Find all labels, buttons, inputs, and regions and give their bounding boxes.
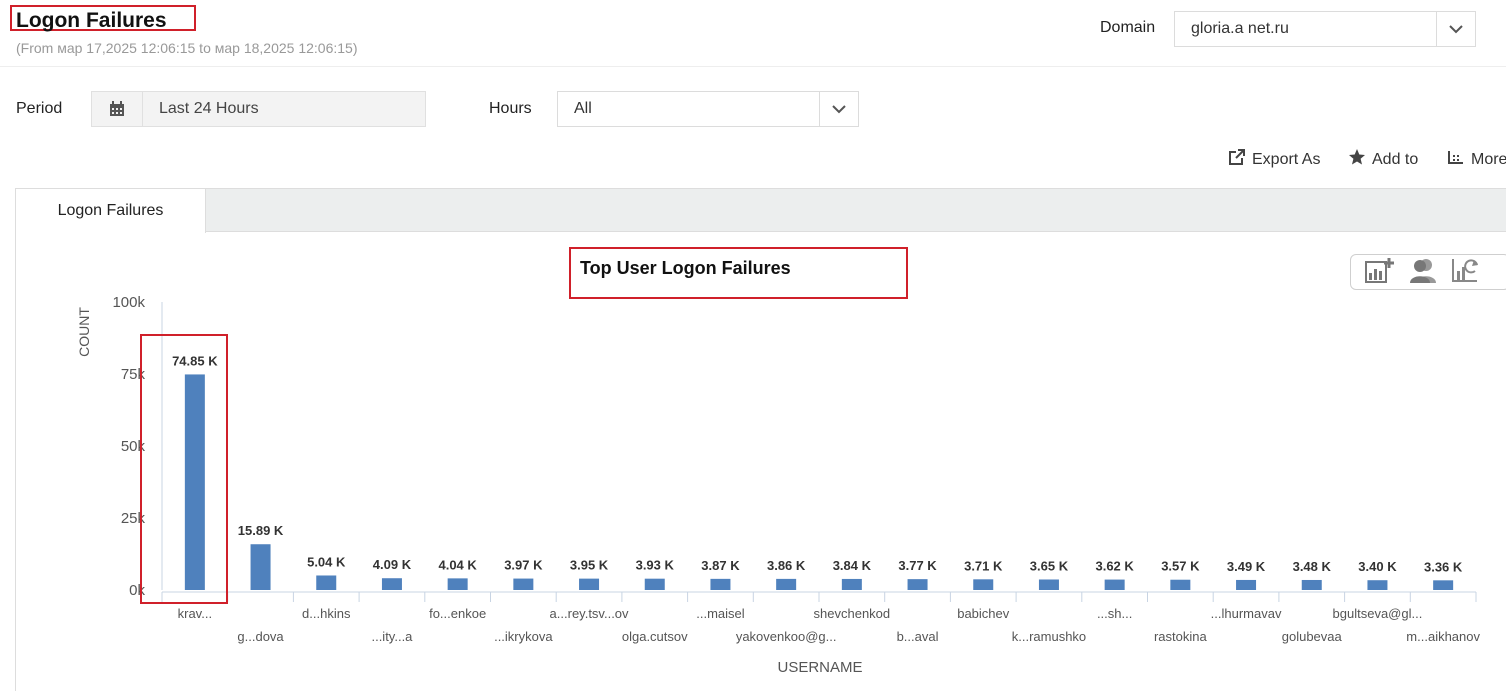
data-label: 3.95 K xyxy=(570,558,609,573)
x-tick-label: ...lhurmavav xyxy=(1211,606,1282,621)
x-tick-label: rastokina xyxy=(1154,629,1208,644)
data-label: 3.71 K xyxy=(964,558,1003,573)
x-axis-label: USERNAME xyxy=(777,659,862,676)
data-label: 3.87 K xyxy=(701,558,740,573)
bar[interactable] xyxy=(1104,579,1125,590)
x-tick-label: golubevaa xyxy=(1282,629,1343,644)
bar[interactable] xyxy=(1433,580,1454,590)
x-tick-label: bgultseva@gl... xyxy=(1333,606,1423,621)
data-label: 3.36 K xyxy=(1424,559,1463,574)
y-tick-label: 100k xyxy=(112,294,145,311)
x-tick-label: babichev xyxy=(957,606,1010,621)
bar[interactable] xyxy=(907,579,928,590)
data-label: 15.89 K xyxy=(238,523,284,538)
data-label: 3.77 K xyxy=(898,558,937,573)
x-tick-label: ...ikrykova xyxy=(494,629,553,644)
x-tick-label: g...dova xyxy=(237,629,284,644)
x-tick-label: krav... xyxy=(178,606,212,621)
bar[interactable] xyxy=(250,544,271,590)
bar[interactable] xyxy=(381,578,402,590)
bar[interactable] xyxy=(447,578,468,590)
bar[interactable] xyxy=(776,578,797,590)
x-tick-label: k...ramushko xyxy=(1012,629,1086,644)
bar[interactable] xyxy=(1170,579,1191,590)
x-tick-label: b...aval xyxy=(897,629,939,644)
x-tick-label: d...hkins xyxy=(302,606,351,621)
x-tick-label: fo...enkoe xyxy=(429,606,486,621)
x-tick-label: shevchenkod xyxy=(814,606,891,621)
x-tick-label: ...maisel xyxy=(696,606,745,621)
data-label: 4.09 K xyxy=(373,557,412,572)
highlight-box xyxy=(140,334,228,604)
x-tick-label: ...sh... xyxy=(1097,606,1132,621)
data-label: 3.97 K xyxy=(504,558,543,573)
bar[interactable] xyxy=(579,578,600,590)
x-tick-label: m...aikhanov xyxy=(1406,629,1480,644)
bar[interactable] xyxy=(316,575,337,590)
data-label: 3.49 K xyxy=(1227,559,1266,574)
data-label: 3.93 K xyxy=(636,558,675,573)
data-label: 3.65 K xyxy=(1030,558,1069,573)
data-label: 5.04 K xyxy=(307,554,346,569)
bar[interactable] xyxy=(644,578,665,590)
y-axis-label: COUNT xyxy=(76,307,92,357)
x-tick-label: ...ity...a xyxy=(371,629,413,644)
x-tick-label: a...rey.tsv...ov xyxy=(550,606,629,621)
data-label: 3.84 K xyxy=(833,558,872,573)
bar[interactable] xyxy=(1236,579,1257,590)
bar[interactable] xyxy=(513,578,534,590)
data-label: 3.62 K xyxy=(1095,559,1134,574)
bar[interactable] xyxy=(841,578,862,590)
data-label: 3.57 K xyxy=(1161,559,1200,574)
bar[interactable] xyxy=(1038,579,1059,590)
data-label: 3.48 K xyxy=(1293,559,1332,574)
bar[interactable] xyxy=(710,578,731,590)
bar[interactable] xyxy=(1367,580,1388,590)
x-tick-label: olga.cutsov xyxy=(622,629,688,644)
bar[interactable] xyxy=(1301,579,1322,590)
data-label: 3.40 K xyxy=(1358,559,1397,574)
x-tick-label: yakovenkoo@g... xyxy=(736,629,837,644)
data-label: 4.04 K xyxy=(438,557,477,572)
bar[interactable] xyxy=(973,579,994,590)
data-label: 3.86 K xyxy=(767,558,806,573)
